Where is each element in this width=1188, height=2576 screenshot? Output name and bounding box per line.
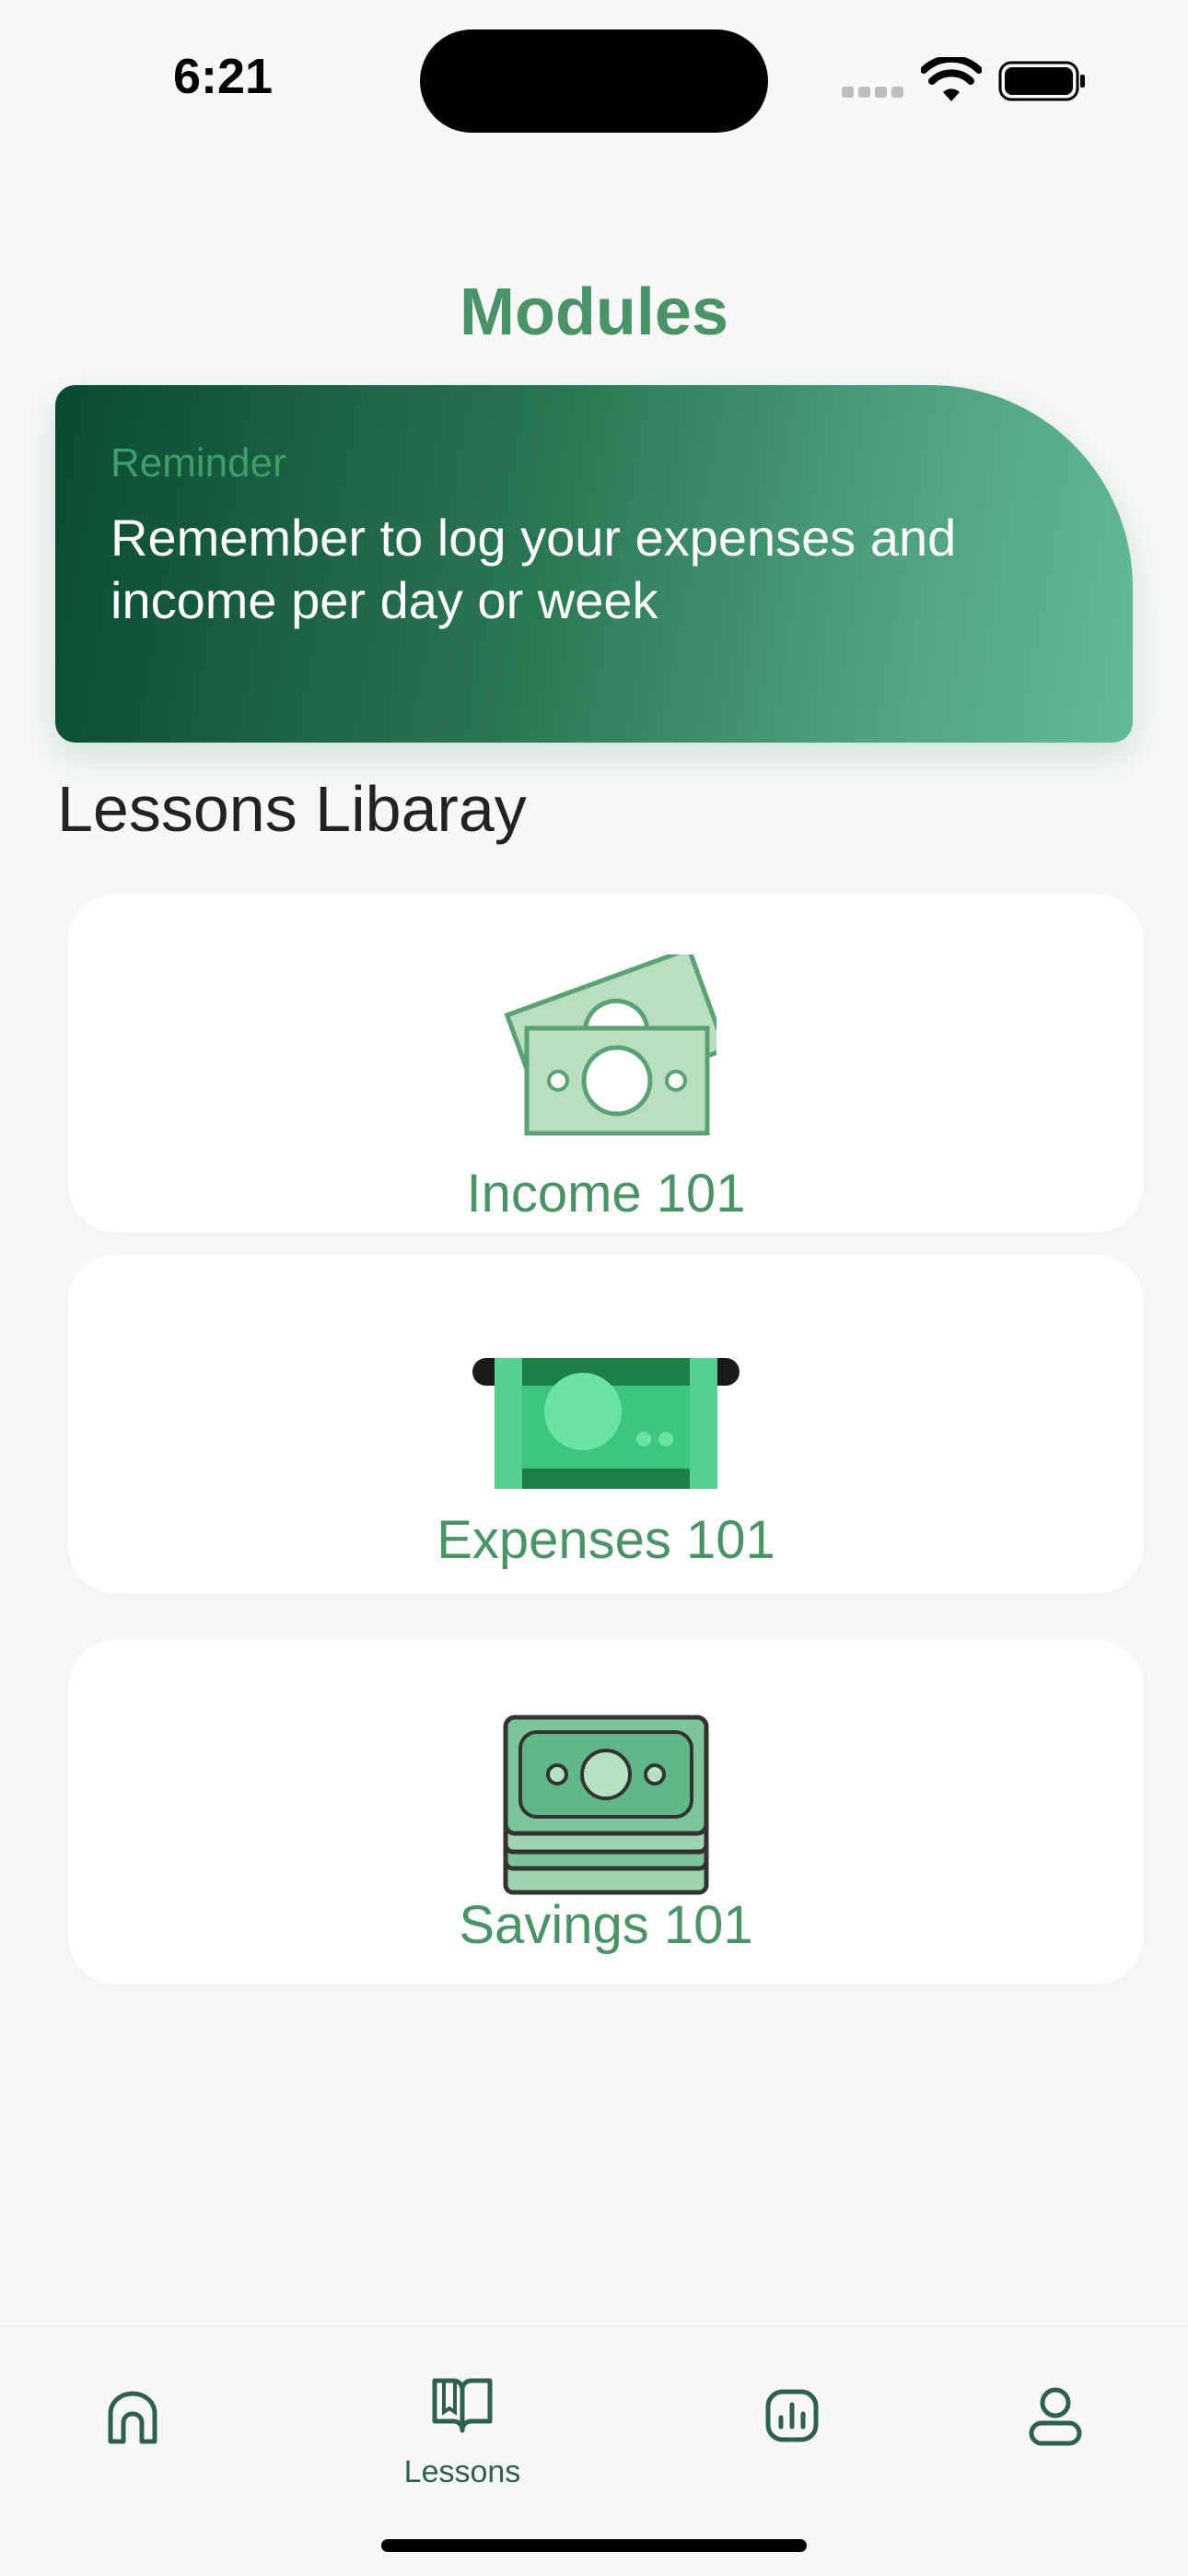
cellular-signal-icon (842, 87, 904, 98)
wifi-icon (921, 57, 982, 101)
money-stack-icon (503, 1715, 709, 1895)
lesson-label: Savings 101 (459, 1895, 753, 1955)
lesson-card-expenses[interactable]: Expenses 101 (68, 1255, 1144, 1594)
reminder-card: Reminder Remember to log your expenses a… (55, 385, 1133, 743)
nav-stats[interactable] (718, 2364, 866, 2493)
reminder-text: Remember to log your expenses and income… (111, 509, 957, 629)
book-icon (432, 2378, 493, 2433)
cash-dispense-icon (472, 1358, 740, 1489)
home-icon (108, 2391, 157, 2444)
lesson-card-income[interactable]: Income 101 (68, 894, 1144, 1233)
nav-lessons[interactable]: Lessons (389, 2364, 536, 2493)
nav-profile[interactable] (982, 2364, 1129, 2493)
lesson-label: Income 101 (466, 1164, 746, 1224)
chart-icon (765, 2389, 819, 2442)
status-time: 6:21 (173, 49, 274, 104)
page-title: Modules (459, 275, 728, 349)
nav-label-lessons: Lessons (403, 2454, 521, 2489)
home-indicator (381, 2539, 807, 2552)
battery-icon (998, 61, 1085, 101)
money-bills-icon (504, 954, 716, 1136)
reminder-label: Reminder (111, 440, 286, 486)
dynamic-island (420, 29, 768, 133)
status-bar: 6:21 (0, 0, 1188, 157)
nav-home[interactable] (59, 2364, 206, 2493)
lessons-library-heading: Lessons Libaray (57, 773, 527, 845)
lesson-card-savings[interactable]: Savings 101 (68, 1640, 1144, 1985)
user-icon (1029, 2387, 1082, 2446)
lesson-label: Expenses 101 (437, 1510, 775, 1570)
